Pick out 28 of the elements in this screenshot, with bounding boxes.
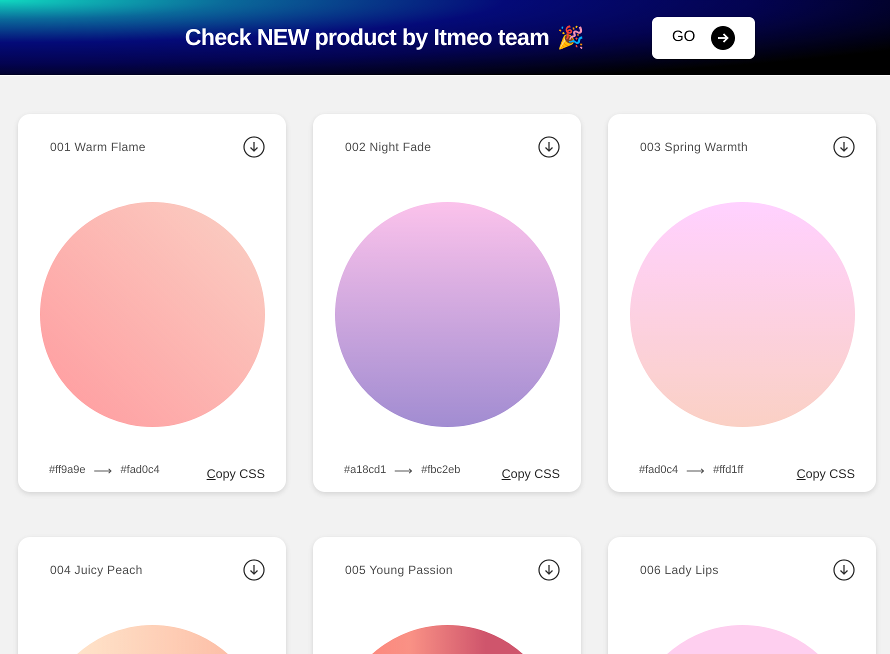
go-button[interactable]: GO [652,16,756,58]
copy-css-button[interactable]: Copy CSS [796,465,855,484]
hex-code: #fad0c4 [639,463,678,478]
gradient-title: 005 Young Passion [345,562,453,579]
download-icon[interactable] [538,136,560,158]
party-popper-icon: 🎉 [557,21,584,54]
arrow-right-icon [711,26,736,50]
banner-text: Check NEW product by Itmeo team [184,23,550,52]
download-icon[interactable] [243,559,265,581]
hex-code: #fbc2eb [421,463,460,478]
hex-code: #fad0c4 [120,463,160,478]
download-icon[interactable] [833,559,855,581]
copy-css-button[interactable]: Copy CSS [502,465,560,484]
gradient-title: 004 Juicy Peach [50,562,143,579]
gradient-title: 006 Lady Lips [640,562,719,579]
hex-code: #a18cd1 [344,463,386,478]
arrow-icon: ⟶ [394,460,414,480]
gradient-title: 002 Night Fade [345,139,432,156]
download-icon[interactable] [243,136,265,158]
arrow-icon: ⟶ [686,460,706,480]
copy-css-button[interactable]: Copy CSS [206,465,265,484]
download-icon[interactable] [833,136,855,158]
hex-code: #ffd1ff [713,463,744,478]
gradient-title: 003 Spring Warmth [640,139,748,156]
download-icon[interactable] [538,559,560,581]
arrow-icon: ⟶ [94,460,113,480]
hex-code: #ff9a9e [49,463,86,478]
gradient-title: 001 Warm Flame [50,139,146,156]
